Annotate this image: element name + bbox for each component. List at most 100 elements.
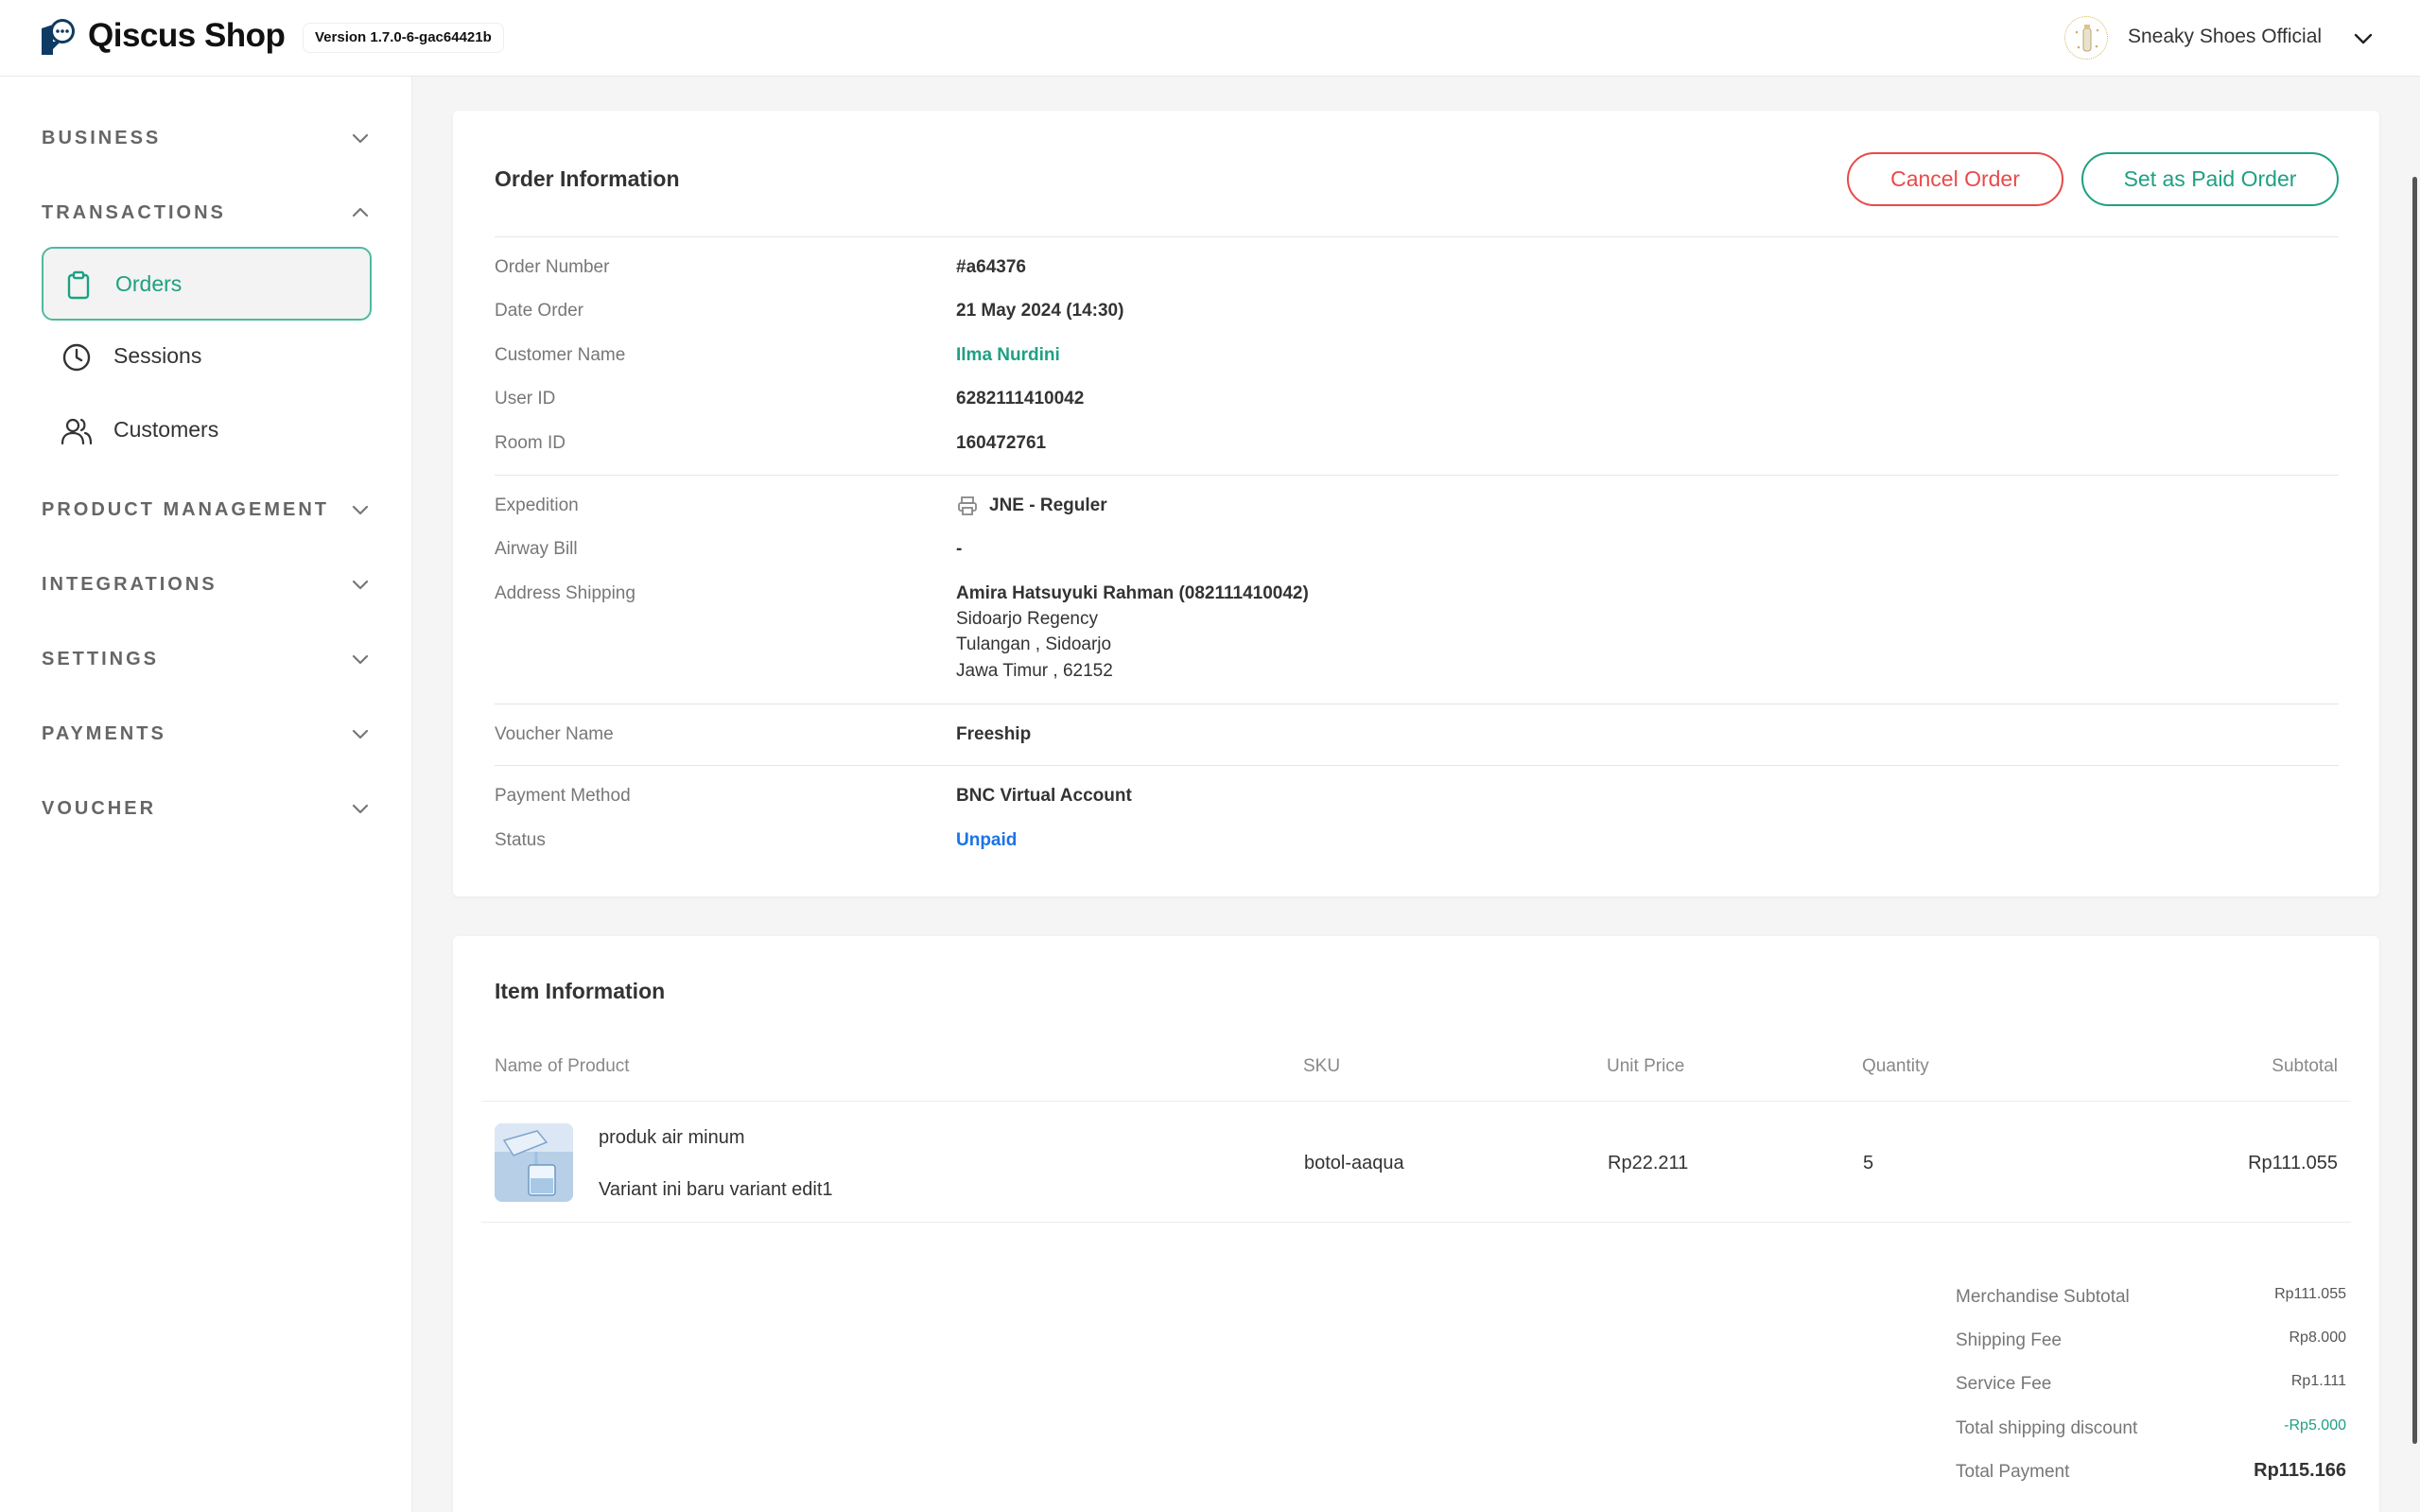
column-header-unit-price: Unit Price	[1607, 1056, 1685, 1076]
sidebar-item-sessions[interactable]: Sessions	[42, 321, 372, 394]
sidebar-section-label: PRODUCT MANAGEMENT	[42, 499, 329, 520]
expedition-value: JNE - Reguler	[989, 495, 1107, 515]
total-payment-value: Rp115.166	[2254, 1460, 2346, 1481]
address-line: Tulangan , Sidoarjo	[956, 634, 1112, 654]
divider	[481, 1222, 2351, 1223]
sidebar-item-customers[interactable]: Customers	[42, 394, 372, 468]
order-information-card: Order Information Cancel Order Set as Pa…	[453, 111, 2379, 896]
sidebar-item-label: Sessions	[113, 343, 202, 368]
chevron-down-icon	[352, 729, 369, 739]
users-icon	[61, 418, 93, 445]
column-header-quantity: Quantity	[1862, 1056, 1929, 1076]
sidebar-section-settings[interactable]: SETTINGS	[42, 640, 373, 678]
printer-icon[interactable]	[956, 495, 979, 517]
payment-method-label: Payment Method	[495, 786, 631, 806]
product-thumbnail[interactable]	[495, 1123, 573, 1202]
customer-name-label: Customer Name	[495, 345, 626, 365]
airway-bill-label: Airway Bill	[495, 539, 578, 559]
divider	[495, 236, 2339, 237]
sidebar-item-orders[interactable]: Orders	[42, 247, 372, 321]
sidebar: BUSINESS TRANSACTIONS Orders Sessions Cu…	[0, 77, 412, 1512]
date-order-value: 21 May 2024 (14:30)	[956, 301, 1124, 321]
page-scrollbar[interactable]	[2412, 177, 2417, 1444]
column-header-sku: SKU	[1303, 1056, 1341, 1076]
merchandise-subtotal-label: Merchandise Subtotal	[1956, 1287, 2130, 1307]
sidebar-section-label: VOUCHER	[42, 798, 157, 819]
divider	[495, 475, 2339, 476]
status-badge: Unpaid	[956, 830, 1018, 850]
voucher-name-value: Freeship	[956, 724, 1032, 744]
set-as-paid-button[interactable]: Set as Paid Order	[2081, 152, 2339, 206]
top-header: Qiscus Shop Version 1.7.0-6-gac64421b Sn…	[0, 0, 2420, 77]
store-logo-icon	[2075, 25, 2099, 52]
sidebar-item-label: Customers	[113, 417, 219, 442]
product-sku: botol-aaqua	[1304, 1153, 1404, 1173]
product-unit-price: Rp22.211	[1608, 1153, 1689, 1173]
shipping-fee-value: Rp8.000	[2289, 1330, 2347, 1346]
date-order-label: Date Order	[495, 301, 583, 321]
product-variant: Variant ini baru variant edit1	[599, 1179, 833, 1200]
divider	[495, 765, 2339, 766]
product-name: produk air minum	[599, 1127, 745, 1148]
chevron-down-icon	[352, 580, 369, 590]
order-number-label: Order Number	[495, 257, 610, 277]
sidebar-item-label: Orders	[115, 271, 183, 296]
total-payment-label: Total Payment	[1956, 1462, 2070, 1482]
sidebar-section-business[interactable]: BUSINESS	[42, 119, 373, 157]
water-bottle-icon	[495, 1123, 573, 1202]
column-header-subtotal: Subtotal	[2272, 1056, 2338, 1076]
version-badge: Version 1.7.0-6-gac64421b	[303, 23, 504, 53]
sidebar-section-label: PAYMENTS	[42, 723, 166, 744]
sidebar-section-voucher[interactable]: VOUCHER	[42, 790, 373, 827]
sidebar-section-label: INTEGRATIONS	[42, 574, 218, 595]
clock-icon	[62, 343, 91, 372]
airway-bill-value: -	[956, 539, 963, 559]
user-id-value: 6282111410042	[956, 389, 1085, 408]
service-fee-label: Service Fee	[1956, 1374, 2052, 1394]
status-label: Status	[495, 830, 546, 850]
store-name[interactable]: Sneaky Shoes Official	[2128, 26, 2322, 48]
order-information-title: Order Information	[495, 166, 680, 191]
customer-name-link[interactable]: Ilma Nurdini	[956, 345, 1060, 366]
shipping-discount-label: Total shipping discount	[1956, 1418, 2138, 1438]
sidebar-section-product-management[interactable]: PRODUCT MANAGEMENT	[42, 491, 373, 529]
sidebar-section-payments[interactable]: PAYMENTS	[42, 715, 373, 753]
address-line: Jawa Timur , 62152	[956, 661, 1113, 681]
item-information-title: Item Information	[495, 979, 666, 1003]
chevron-down-icon	[352, 505, 369, 515]
qiscus-logo-icon[interactable]	[40, 17, 78, 57]
address-line: Sidoarjo Regency	[956, 609, 1098, 629]
store-avatar[interactable]	[2064, 16, 2108, 60]
product-subtotal: Rp111.055	[2248, 1153, 2338, 1173]
user-id-label: User ID	[495, 389, 556, 408]
sidebar-section-label: BUSINESS	[42, 128, 162, 148]
clipboard-icon	[67, 270, 90, 300]
shipping-fee-label: Shipping Fee	[1956, 1330, 2062, 1350]
room-id-label: Room ID	[495, 433, 566, 453]
sidebar-section-integrations[interactable]: INTEGRATIONS	[42, 565, 373, 603]
item-information-card: Item Information Name of Product SKU Uni…	[453, 936, 2379, 1512]
chevron-down-icon	[352, 133, 369, 144]
column-header-product: Name of Product	[495, 1056, 630, 1076]
chevron-up-icon	[352, 207, 369, 217]
sidebar-section-label: TRANSACTIONS	[42, 202, 226, 223]
voucher-name-label: Voucher Name	[495, 724, 614, 744]
expedition-label: Expedition	[495, 495, 579, 515]
payment-method-value: BNC Virtual Account	[956, 786, 1132, 806]
chevron-down-icon	[352, 804, 369, 814]
room-id-value: 160472761	[956, 433, 1047, 453]
address-recipient: Amira Hatsuyuki Rahman (082111410042)	[956, 583, 1309, 603]
product-quantity: 5	[1863, 1153, 1874, 1173]
chevron-down-icon	[352, 654, 369, 665]
sidebar-section-label: SETTINGS	[42, 649, 160, 669]
app-title[interactable]: Qiscus Shop	[88, 17, 286, 55]
address-shipping-label: Address Shipping	[495, 583, 635, 603]
sidebar-section-transactions[interactable]: TRANSACTIONS	[42, 194, 373, 232]
cancel-order-button[interactable]: Cancel Order	[1847, 152, 2063, 206]
divider	[481, 1101, 2351, 1102]
chevron-down-icon[interactable]	[2351, 26, 2376, 51]
order-number-value: #a64376	[956, 257, 1026, 277]
merchandise-subtotal-value: Rp111.055	[2274, 1286, 2346, 1302]
service-fee-value: Rp1.111	[2290, 1373, 2346, 1389]
shipping-discount-value: -Rp5.000	[2284, 1417, 2346, 1434]
